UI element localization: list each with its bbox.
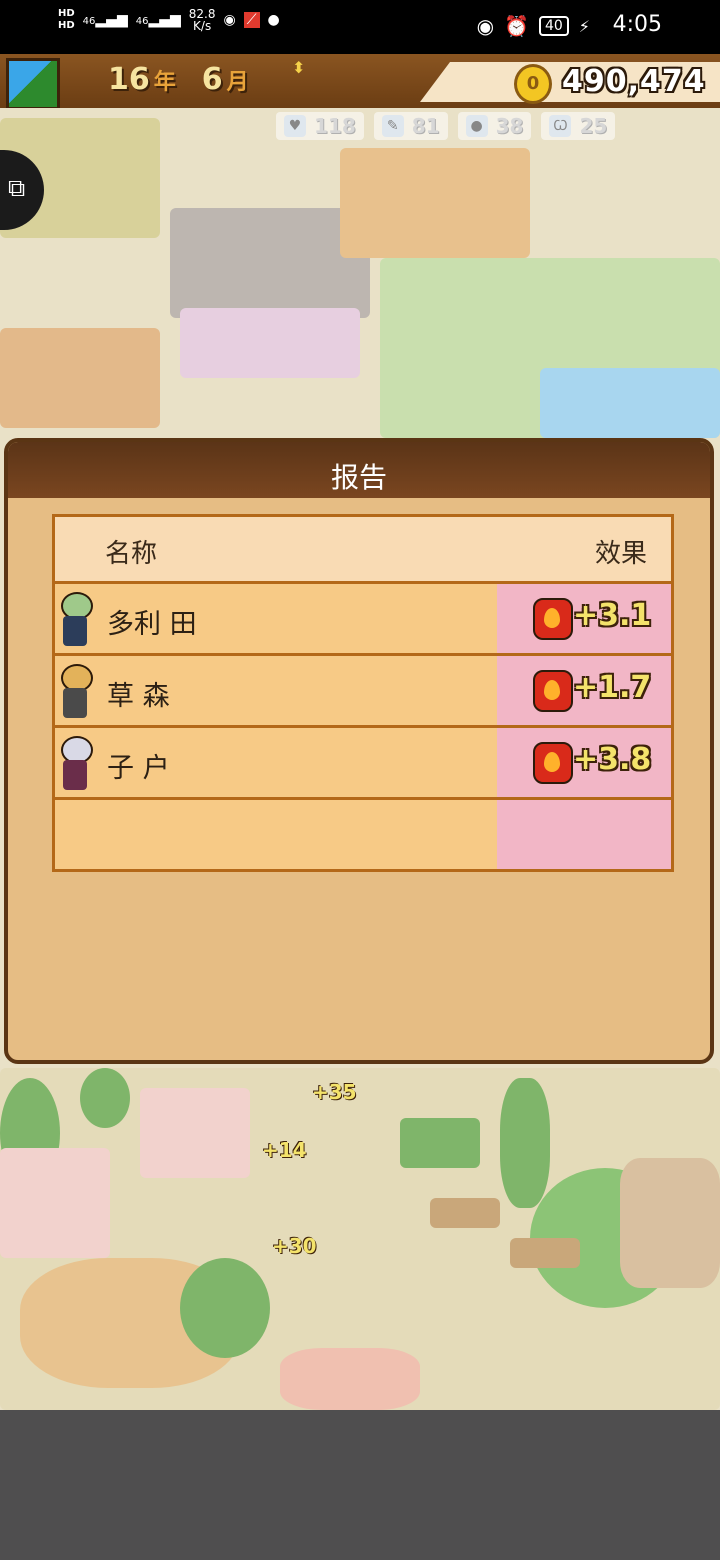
alarm-icon: ⏰ (504, 14, 529, 38)
effect-value: +1.7 (573, 670, 652, 705)
eye-icon: ◉ (476, 14, 495, 38)
effect-cell (497, 800, 671, 869)
table-row[interactable]: 草 森 +1.7 (55, 656, 671, 725)
heart-icon: ♥ (284, 115, 306, 137)
status-bar: HD HD 46▂▄▆ 46▂▄▆ 82.8 K/s ◉ ⟋ ● ◉ ⏰ 40 … (0, 0, 720, 54)
effect-value: +3.8 (573, 742, 652, 777)
coin-icon: 0 (514, 64, 552, 104)
stat-animals: Ꞷ 25 (541, 112, 616, 140)
character-name: 草 森 (107, 681, 170, 712)
message-icon: ● (267, 12, 280, 28)
report-table: 名称 效果 多利 田 +3.1 草 森 +1.7 子 户 +3.8 (52, 514, 674, 872)
effect-cell: +3.8 (497, 728, 671, 797)
float-number: +30 (272, 1234, 317, 1258)
qq-icon: ◉ (223, 12, 236, 28)
hd-indicator: HD HD (58, 8, 75, 31)
status-left: HD HD 46▂▄▆ 46▂▄▆ 82.8 K/s ◉ ⟋ ● (58, 8, 280, 32)
signal-icon: 46▂▄▆ (82, 12, 128, 28)
clock: 4:05 (612, 12, 662, 37)
report-title: 报告 (330, 461, 387, 494)
month-value: 6 (201, 62, 223, 97)
tree (180, 1258, 270, 1358)
house-roof (340, 148, 530, 258)
month-unit: 月 (226, 70, 249, 95)
fire-icon (533, 598, 573, 640)
fire-icon (533, 742, 573, 784)
table-header: 名称 效果 (55, 517, 671, 581)
market-stall (0, 1148, 110, 1258)
signal-icon: 46▂▄▆ (135, 12, 181, 28)
stat-food: ● 38 (457, 112, 532, 140)
stat-hearts: ♥ 118 (276, 112, 364, 140)
net-speed: 82.8 K/s (188, 7, 216, 33)
app-icon: ⟋ (243, 12, 260, 28)
flower-bed (280, 1348, 420, 1410)
table-row[interactable]: 多利 田 +3.1 (55, 584, 671, 653)
float-number: +14 (262, 1138, 307, 1162)
character-avatar (51, 586, 99, 650)
charging-icon: ⚡ (578, 16, 590, 36)
column-effect-header: 效果 (594, 539, 647, 569)
character-name: 多利 田 (107, 609, 197, 640)
hedge (400, 1118, 480, 1168)
tree (500, 1078, 550, 1208)
money-value: 490,474 (562, 64, 706, 99)
effect-cell: +1.7 (497, 656, 671, 725)
effect-cell: +3.1 (497, 584, 671, 653)
report-header: 报告 (8, 442, 710, 498)
pool (540, 368, 720, 438)
character-name: 子 户 (107, 753, 170, 784)
speed-toggle-icon[interactable]: ⬍ (292, 58, 305, 77)
bench (510, 1238, 580, 1268)
stats-bar: ♥ 118 ✎ 81 ● 38 Ꞷ 25 (276, 112, 616, 140)
year-value: 16 (108, 62, 150, 97)
float-number: +35 (312, 1080, 357, 1104)
effect-value: +3.1 (573, 598, 652, 633)
year-unit: 年 (153, 70, 176, 95)
cow-statue (620, 1158, 720, 1288)
battery-icon: 40 (538, 16, 569, 36)
game-date: 16 年 6 月 (108, 62, 275, 97)
game-header: 16 年 6 月 ⬍ 0 490,474 (0, 54, 720, 111)
column-name-header: 名称 (105, 539, 158, 569)
tree (80, 1068, 130, 1128)
map-icon[interactable] (6, 58, 60, 110)
puzzle-icon: ⧉ (8, 174, 26, 202)
house-roof (0, 328, 160, 428)
character-avatar (51, 658, 99, 722)
character-avatar (51, 730, 99, 794)
market-stall (140, 1088, 250, 1178)
bottom-bar (0, 1410, 720, 1560)
house-wall (180, 308, 360, 378)
report-panel: 报告 名称 效果 多利 田 +3.1 草 森 +1.7 子 户 +3.8 (4, 438, 714, 1064)
fire-icon (533, 670, 573, 712)
stat-research: ✎ 81 (373, 112, 448, 140)
cow-icon: Ꞷ (549, 115, 572, 137)
table-row-empty (55, 800, 671, 869)
bench (430, 1198, 500, 1228)
apple-icon: ● (465, 115, 488, 137)
pencil-icon: ✎ (381, 115, 404, 137)
status-right: ◉ ⏰ 40 ⚡ (477, 14, 590, 38)
table-row[interactable]: 子 户 +3.8 (55, 728, 671, 797)
